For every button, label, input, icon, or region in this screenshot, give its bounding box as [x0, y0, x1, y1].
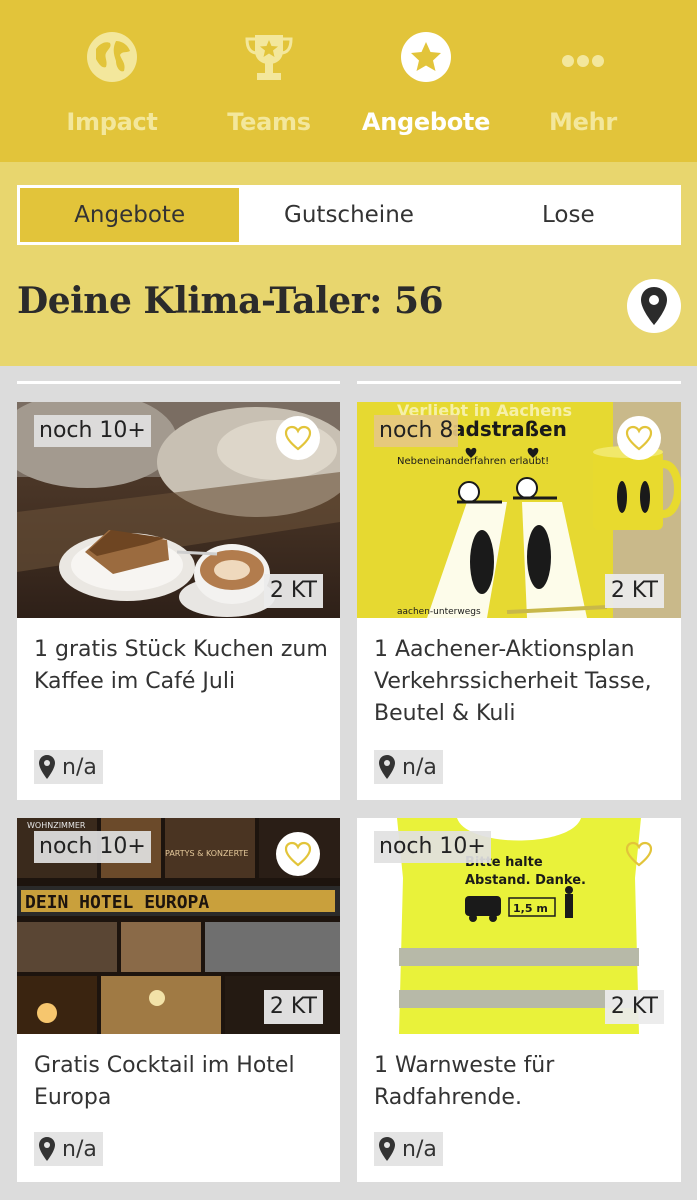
segmented-control: Angebote Gutscheine Lose	[17, 185, 681, 245]
nav-item-angebote[interactable]: Angebote	[351, 30, 501, 140]
offer-card[interactable]: noch 10+ 2 KT 1 gratis Stück Kuchen zum …	[17, 402, 340, 800]
collage-top-text: WOHNZIMMER	[27, 821, 86, 830]
offer-location-label: n/a	[402, 1136, 437, 1162]
balance-title: Deine Klima-Taler: 56	[17, 280, 444, 322]
favorite-heart-icon[interactable]	[617, 832, 661, 876]
favorite-heart-icon[interactable]	[276, 416, 320, 460]
remaining-badge: noch 10+	[34, 831, 151, 863]
nav-label-impact: Impact	[66, 108, 158, 136]
location-pin-icon	[39, 1137, 55, 1161]
remaining-badge: noch 10+	[34, 415, 151, 447]
location-filter-button[interactable]	[627, 279, 681, 333]
collage-partys-text: PARTYS & KONZERTE	[165, 849, 248, 858]
nav-label-mehr: Mehr	[549, 108, 617, 136]
location-pin-icon	[641, 287, 667, 325]
card-edge-left	[17, 381, 340, 384]
location-pin-icon	[39, 755, 55, 779]
tab-angebote[interactable]: Angebote	[20, 188, 240, 242]
more-dots-icon	[556, 30, 610, 84]
card-edge-right	[357, 381, 681, 384]
trophy-icon	[242, 30, 296, 84]
offer-location: n/a	[34, 1132, 103, 1166]
bag-bottom-text: aachen-unterwegs	[397, 607, 481, 617]
price-badge: 2 KT	[263, 574, 323, 608]
nav-label-teams: Teams	[227, 108, 311, 136]
offer-location-label: n/a	[62, 754, 97, 780]
offer-title: 1 gratis Stück Kuchen zum Kaffee im Café…	[34, 637, 328, 694]
offer-title: 1 Warnweste für Radfahrende.	[374, 1053, 555, 1110]
favorite-heart-icon[interactable]	[617, 416, 661, 460]
offer-location: n/a	[34, 750, 103, 784]
remaining-badge: noch 8	[374, 415, 459, 447]
offer-location: n/a	[374, 1132, 443, 1166]
offer-card[interactable]: Verliebt in Aachens adstraßen Nebeneinan…	[357, 402, 681, 800]
favorite-heart-icon[interactable]	[276, 832, 320, 876]
location-pin-icon	[379, 1137, 395, 1161]
offer-card[interactable]: Bitte halte Abstand. Danke. 1,5 m noch 1…	[357, 818, 681, 1182]
vest-text-line2: Abstand. Danke.	[465, 873, 586, 888]
nav-item-teams[interactable]: Teams	[194, 30, 344, 140]
offer-location-label: n/a	[62, 1136, 97, 1162]
bag-main-text: adstraßen	[452, 417, 567, 441]
offer-title: Gratis Cocktail im Hotel Europa	[34, 1053, 295, 1110]
top-navigation: Impact Teams Angebote Mehr	[0, 0, 697, 162]
offer-title: 1 Aachener-Aktionsplan Verkehrssicherhei…	[374, 637, 652, 726]
tab-gutscheine[interactable]: Gutscheine	[239, 188, 458, 242]
price-badge: 2 KT	[604, 574, 664, 608]
nav-item-mehr[interactable]: Mehr	[508, 30, 658, 140]
tab-lose[interactable]: Lose	[459, 188, 678, 242]
globe-icon	[85, 30, 139, 84]
nav-label-angebote: Angebote	[361, 108, 491, 136]
remaining-badge: noch 10+	[374, 831, 491, 863]
star-circle-icon	[399, 30, 453, 84]
offer-location-label: n/a	[402, 754, 437, 780]
offer-card[interactable]: WOHNZIMMER PARTYS & KONZERTE DEIN HOTEL …	[17, 818, 340, 1182]
bag-sub-text: Nebeneinanderfahren erlaubt!	[397, 456, 549, 467]
collage-sign-text: DEIN HOTEL EUROPA	[25, 892, 209, 913]
vest-distance-text: 1,5 m	[513, 902, 548, 915]
price-badge: 2 KT	[604, 990, 664, 1024]
offer-location: n/a	[374, 750, 443, 784]
location-pin-icon	[379, 755, 395, 779]
nav-item-impact[interactable]: Impact	[37, 30, 187, 140]
price-badge: 2 KT	[263, 990, 323, 1024]
